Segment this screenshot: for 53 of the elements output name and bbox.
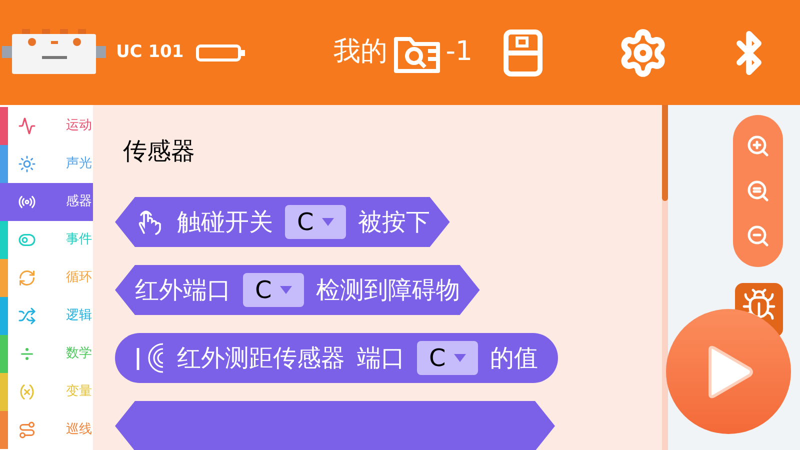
category-label: 声光 [66,155,92,174]
toggle-icon [18,231,36,249]
category-item[interactable]: 运动 [0,107,93,145]
block-label: 触碰开关 [177,207,273,238]
block-label: 被按下 [358,207,430,238]
block-label: 红外端口 [135,275,231,306]
block-label: 端口 [357,343,405,374]
category-label: 运动 [66,117,92,136]
category-item[interactable]: 循环 [0,259,93,297]
save-icon[interactable] [502,28,543,76]
caret-icon [454,354,466,362]
category-label: 数学 [66,345,92,364]
category-item[interactable]: 巡线 [0,411,93,449]
device-name: UC 101 [116,40,184,64]
refresh-icon [18,269,36,287]
scrollbar-thumb[interactable] [662,105,668,201]
category-item[interactable]: 数学 [0,335,93,373]
project-title-suffix: -1 [446,35,473,70]
category-item[interactable]: 逻辑 [0,297,93,335]
port-dropdown[interactable]: C [417,341,478,375]
code-block[interactable]: 红外测距传感器 端口 C 的值 [115,333,558,383]
zoom-out-icon[interactable] [746,224,770,248]
block-label: 的值 [490,343,538,374]
port-dropdown[interactable]: C [243,273,304,307]
zoom-reset-icon[interactable] [746,178,770,203]
route-icon [18,421,36,439]
category-item[interactable]: 声光 [0,145,93,183]
port-dropdown[interactable]: C [285,205,346,239]
category-label: 变量 [66,383,92,402]
shuffle-icon [18,307,36,325]
variable-icon [18,383,36,401]
category-item[interactable]: 事件 [0,221,93,259]
project-title: 我的 [334,35,388,70]
category-label: 逻辑 [66,307,92,326]
code-block[interactable]: 触碰开关 C 被按下 [115,197,450,247]
category-item[interactable]: 感器 [0,183,93,221]
category-label: 循环 [66,269,92,288]
divide-icon [18,345,36,363]
code-block[interactable]: 红外端口 C 检测到障碍物 [115,265,480,315]
category-label: 巡线 [66,421,92,440]
palette-heading: 传感器 [123,136,196,167]
caret-icon [280,286,292,294]
activity-icon [18,117,36,135]
sun-icon [18,155,36,173]
category-label: 感器 [66,193,92,212]
block-label: 红外测距传感器 [177,343,345,374]
battery-icon [196,44,246,62]
radio-waves-icon [18,193,36,211]
signal-arcs-icon [135,340,165,376]
category-label: 事件 [66,231,92,250]
caret-icon [322,218,334,226]
block-label: 检测到障碍物 [316,275,460,306]
zoom-in-icon[interactable] [746,134,770,158]
